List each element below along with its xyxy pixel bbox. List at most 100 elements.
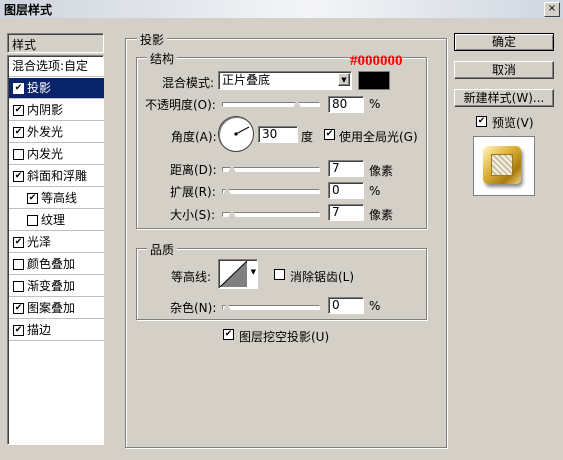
- style-list-header: 样式: [7, 33, 104, 53]
- sidebar-item[interactable]: ✔ 光泽: [9, 232, 104, 253]
- sidebar-item-label: 纹理: [41, 213, 66, 227]
- distance-label: 距离(D):: [170, 163, 217, 177]
- sidebar-item[interactable]: ✔ 外发光: [9, 122, 104, 143]
- sidebar-item-checkbox[interactable]: ✔: [13, 303, 24, 314]
- sidebar-item-checkbox[interactable]: ✔: [13, 127, 24, 138]
- spread-value: 0: [332, 183, 340, 197]
- preview-pattern: [491, 154, 513, 176]
- angle-dial[interactable]: [218, 116, 254, 152]
- sidebar-item[interactable]: 混合选项:自定: [9, 56, 104, 77]
- distance-unit: 像素: [369, 164, 394, 178]
- shadow-color-swatch[interactable]: [358, 71, 390, 90]
- style-list-header-label: 样式: [12, 38, 37, 52]
- global-light-label: 使用全局光(G): [339, 130, 418, 144]
- contour-picker[interactable]: ▼: [218, 259, 258, 289]
- ok-button-label: 确定: [491, 35, 516, 49]
- size-value: 7: [332, 205, 340, 219]
- sidebar-item-label: 光泽: [27, 235, 52, 249]
- blend-mode-select[interactable]: 正片叠底 ▼: [218, 71, 352, 90]
- preview-checkbox[interactable]: ✔: [476, 116, 487, 127]
- close-button[interactable]: ×: [544, 2, 560, 17]
- sidebar-item[interactable]: ✔ 斜面和浮雕: [9, 166, 104, 187]
- sidebar-item-checkbox[interactable]: ✔: [13, 237, 24, 248]
- contour-label: 等高线:: [171, 270, 212, 284]
- antialias-checkbox[interactable]: [274, 269, 285, 280]
- opacity-value: 80: [332, 97, 348, 111]
- title-bar: 图层样式 ×: [0, 0, 563, 18]
- knockout-label: 图层挖空投影(U): [239, 330, 330, 344]
- sidebar-item-label: 图案叠加: [27, 301, 76, 315]
- sidebar-item-label: 内发光: [27, 147, 64, 161]
- blend-mode-label: 混合模式:: [162, 76, 215, 90]
- size-unit: 像素: [369, 208, 394, 222]
- sidebar-item-checkbox[interactable]: [27, 215, 38, 226]
- sidebar-item[interactable]: ✔ 等高线: [9, 188, 104, 209]
- angle-dial-needle: [234, 126, 250, 136]
- antialias-label: 消除锯齿(L): [290, 270, 355, 284]
- spread-label: 扩展(R):: [170, 185, 216, 199]
- sidebar-item-label: 混合选项:自定: [12, 59, 89, 73]
- opacity-unit: %: [369, 97, 381, 111]
- sidebar-item-label: 外发光: [27, 125, 64, 139]
- chevron-down-icon[interactable]: ▼: [251, 268, 256, 276]
- sidebar-item[interactable]: 渐变叠加: [9, 276, 104, 297]
- sidebar-item-checkbox[interactable]: ✔: [13, 171, 24, 182]
- sidebar-item[interactable]: 颜色叠加: [9, 254, 104, 275]
- angle-unit: 度: [301, 130, 314, 144]
- size-input[interactable]: 7: [328, 204, 364, 221]
- new-style-button-label: 新建样式(W)...: [463, 91, 545, 105]
- preview-thumbnail: [483, 146, 521, 184]
- chevron-down-icon[interactable]: ▼: [338, 73, 350, 86]
- color-annotation: #000000: [350, 53, 403, 69]
- sidebar-item[interactable]: ✔ 投影: [9, 78, 104, 99]
- noise-input[interactable]: 0: [328, 297, 364, 314]
- angle-label: 角度(A):: [171, 130, 217, 144]
- sidebar-item-label: 颜色叠加: [27, 257, 76, 271]
- opacity-input[interactable]: 80: [328, 96, 364, 113]
- noise-value: 0: [332, 298, 340, 312]
- distance-slider[interactable]: [222, 164, 320, 173]
- contour-preview-icon: [220, 261, 247, 287]
- sidebar-item-checkbox[interactable]: [13, 281, 24, 292]
- sidebar-item-label: 投影: [27, 81, 52, 95]
- sidebar-item-label: 斜面和浮雕: [27, 169, 88, 183]
- size-slider-thumb[interactable]: [228, 209, 236, 218]
- sidebar-item-checkbox[interactable]: ✔: [27, 193, 38, 204]
- opacity-slider[interactable]: [222, 99, 320, 108]
- knockout-check: ✔: [224, 329, 233, 339]
- sidebar-item-checkbox[interactable]: ✔: [13, 105, 24, 116]
- sidebar-item-checkbox[interactable]: [13, 259, 24, 270]
- distance-slider-thumb[interactable]: [228, 164, 236, 173]
- sidebar-item-checkbox[interactable]: [13, 149, 24, 160]
- noise-unit: %: [369, 299, 381, 313]
- new-style-button[interactable]: 新建样式(W)...: [454, 89, 554, 107]
- global-light-checkbox[interactable]: ✔: [324, 129, 335, 140]
- ok-button[interactable]: 确定: [454, 33, 554, 51]
- angle-input[interactable]: 30: [258, 126, 298, 143]
- sidebar-item[interactable]: ✔ 内阴影: [9, 100, 104, 121]
- noise-slider-thumb[interactable]: [223, 302, 231, 311]
- preview-check: ✔: [477, 116, 486, 126]
- quality-title: 品质: [147, 241, 178, 258]
- sidebar-item[interactable]: ✔ 图案叠加: [9, 298, 104, 319]
- knockout-checkbox[interactable]: ✔: [223, 329, 234, 340]
- sidebar-item[interactable]: ✔ 描边: [9, 320, 104, 341]
- cancel-button[interactable]: 取消: [454, 61, 554, 79]
- spread-input[interactable]: 0: [328, 182, 364, 199]
- sidebar-item[interactable]: 纹理: [9, 210, 104, 231]
- global-light-check: ✔: [325, 129, 334, 139]
- spread-unit: %: [369, 184, 381, 198]
- sidebar-item-checkbox[interactable]: ✔: [13, 83, 24, 94]
- sidebar-item-checkbox[interactable]: ✔: [13, 325, 24, 336]
- noise-label: 杂色(N):: [170, 301, 217, 315]
- drop-shadow-title: 投影: [137, 31, 168, 48]
- size-slider[interactable]: [222, 209, 320, 218]
- sidebar-item-label: 等高线: [41, 191, 78, 205]
- noise-slider[interactable]: [222, 302, 320, 311]
- spread-slider-thumb[interactable]: [223, 186, 231, 195]
- distance-input[interactable]: 7: [328, 160, 364, 177]
- sidebar-item[interactable]: 内发光: [9, 144, 104, 165]
- angle-value: 30: [262, 127, 278, 141]
- spread-slider[interactable]: [222, 186, 320, 195]
- opacity-slider-thumb[interactable]: [293, 99, 301, 108]
